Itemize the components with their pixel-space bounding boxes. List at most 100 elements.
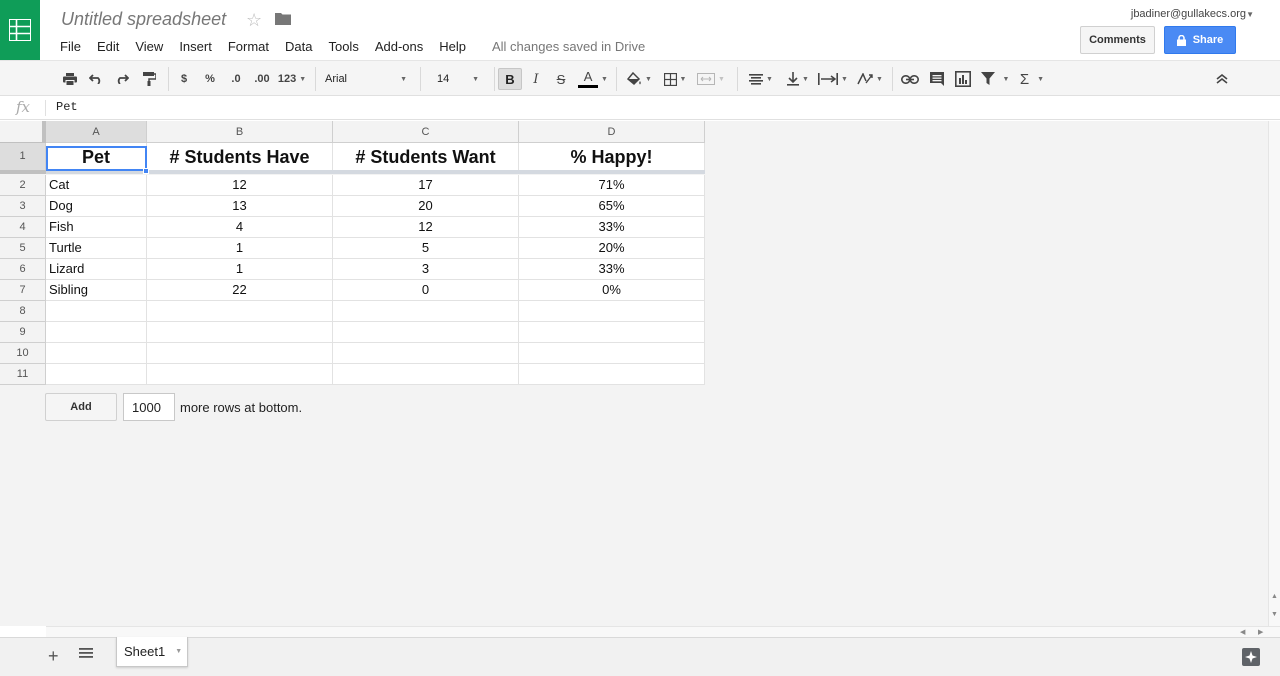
sheets-logo-icon[interactable] xyxy=(0,0,40,60)
cell-c3[interactable]: 20 xyxy=(333,196,519,217)
collapse-toolbar-icon[interactable] xyxy=(1212,68,1232,90)
merge-cells-icon[interactable]: ▼ xyxy=(694,68,728,90)
text-wrap-icon[interactable]: ▼ xyxy=(816,68,850,90)
menu-help[interactable]: Help xyxy=(431,39,474,54)
comments-button[interactable]: Comments xyxy=(1080,26,1155,54)
cell-c4[interactable]: 12 xyxy=(333,217,519,238)
cell-d5[interactable]: 20% xyxy=(519,238,705,259)
cell-a10[interactable] xyxy=(46,343,147,364)
insert-chart-icon[interactable] xyxy=(952,68,974,90)
horizontal-scrollbar[interactable]: ◀ ▶ xyxy=(46,626,1280,637)
select-all-corner[interactable] xyxy=(0,121,46,143)
redo-icon[interactable] xyxy=(112,68,132,90)
percent-format-button[interactable]: % xyxy=(202,68,218,90)
row-header-8[interactable]: 8 xyxy=(0,301,46,322)
insert-comment-icon[interactable] xyxy=(926,68,948,90)
cell-a1[interactable]: Pet xyxy=(46,143,147,171)
menu-data[interactable]: Data xyxy=(277,39,320,54)
cell-b6[interactable]: 1 xyxy=(147,259,333,280)
paint-format-icon[interactable] xyxy=(139,68,159,90)
all-sheets-icon[interactable] xyxy=(79,647,93,662)
menu-edit[interactable]: Edit xyxy=(89,39,127,54)
more-formats-button[interactable]: 123 ▼ xyxy=(276,68,308,90)
formula-input[interactable]: Pet xyxy=(56,100,78,114)
save-status[interactable]: All changes saved in Drive xyxy=(492,39,645,54)
cell-a4[interactable]: Fish xyxy=(46,217,147,238)
cell-b2[interactable]: 12 xyxy=(147,175,333,196)
menu-format[interactable]: Format xyxy=(220,39,277,54)
italic-button[interactable]: I xyxy=(527,68,545,90)
filter-icon[interactable]: ▼ xyxy=(978,68,1012,90)
fill-handle[interactable] xyxy=(143,168,149,174)
borders-icon[interactable]: ▼ xyxy=(660,68,690,90)
cell-c11[interactable] xyxy=(333,364,519,385)
text-rotation-icon[interactable]: ▼ xyxy=(854,68,886,90)
font-size-select[interactable]: 14 ▼ xyxy=(428,68,488,90)
chevron-down-icon[interactable]: ▼ xyxy=(1246,10,1254,19)
cell-d7[interactable]: 0% xyxy=(519,280,705,301)
cell-a8[interactable] xyxy=(46,301,147,322)
row-header-6[interactable]: 6 xyxy=(0,259,46,280)
add-rows-button[interactable]: Add xyxy=(45,393,117,421)
undo-icon[interactable] xyxy=(86,68,106,90)
cell-b3[interactable]: 13 xyxy=(147,196,333,217)
bold-button[interactable]: B xyxy=(498,68,522,90)
horizontal-align-icon[interactable]: ▼ xyxy=(745,68,777,90)
cell-d10[interactable] xyxy=(519,343,705,364)
row-header-2[interactable]: 2 xyxy=(0,175,46,196)
explore-icon[interactable] xyxy=(1242,648,1260,666)
column-header-c[interactable]: C xyxy=(333,121,519,143)
menu-view[interactable]: View xyxy=(127,39,171,54)
cell-c1[interactable]: # Students Want xyxy=(333,143,519,171)
star-icon[interactable]: ☆ xyxy=(246,10,262,31)
cell-d3[interactable]: 65% xyxy=(519,196,705,217)
menu-add-ons[interactable]: Add-ons xyxy=(367,39,431,54)
row-header-4[interactable]: 4 xyxy=(0,217,46,238)
add-sheet-icon[interactable]: + xyxy=(48,646,59,667)
cell-c6[interactable]: 3 xyxy=(333,259,519,280)
cell-b1[interactable]: # Students Have xyxy=(147,143,333,171)
cell-a11[interactable] xyxy=(46,364,147,385)
cell-d1[interactable]: % Happy! xyxy=(519,143,705,171)
vertical-scrollbar[interactable]: ▲ ▼ xyxy=(1268,121,1280,626)
cell-b9[interactable] xyxy=(147,322,333,343)
decrease-decimal-button[interactable]: .0 xyxy=(226,68,246,90)
account-email[interactable]: jbadiner@gullakecs.org xyxy=(1131,8,1246,20)
add-rows-count-input[interactable] xyxy=(123,393,175,421)
folder-icon[interactable] xyxy=(275,12,291,28)
cell-a5[interactable]: Turtle xyxy=(46,238,147,259)
scroll-down-icon[interactable]: ▼ xyxy=(1271,611,1278,618)
cell-c9[interactable] xyxy=(333,322,519,343)
cell-d6[interactable]: 33% xyxy=(519,259,705,280)
insert-link-icon[interactable] xyxy=(899,68,921,90)
cell-b8[interactable] xyxy=(147,301,333,322)
cell-a6[interactable]: Lizard xyxy=(46,259,147,280)
document-title[interactable]: Untitled spreadsheet xyxy=(61,9,226,30)
cell-d2[interactable]: 71% xyxy=(519,175,705,196)
font-family-select[interactable]: Arial ▼ xyxy=(320,68,412,90)
chevron-down-icon[interactable]: ▼ xyxy=(175,648,182,655)
column-header-b[interactable]: B xyxy=(147,121,333,143)
sheet-tab-sheet1[interactable]: Sheet1 ▼ xyxy=(116,637,188,667)
cell-a7[interactable]: Sibling xyxy=(46,280,147,301)
cell-b10[interactable] xyxy=(147,343,333,364)
text-color-button[interactable]: A ▼ xyxy=(576,68,610,90)
menu-file[interactable]: File xyxy=(52,39,89,54)
row-header-10[interactable]: 10 xyxy=(0,343,46,364)
share-button[interactable]: Share xyxy=(1164,26,1236,54)
cell-a2[interactable]: Cat xyxy=(46,175,147,196)
cell-a9[interactable] xyxy=(46,322,147,343)
cell-c10[interactable] xyxy=(333,343,519,364)
row-header-5[interactable]: 5 xyxy=(0,238,46,259)
row-header-9[interactable]: 9 xyxy=(0,322,46,343)
currency-format-button[interactable]: $ xyxy=(176,68,192,90)
cell-d4[interactable]: 33% xyxy=(519,217,705,238)
frozen-row-handle[interactable] xyxy=(0,170,46,174)
scroll-right-icon[interactable]: ▶ xyxy=(1258,628,1263,636)
menu-insert[interactable]: Insert xyxy=(171,39,220,54)
cell-d11[interactable] xyxy=(519,364,705,385)
row-header-1[interactable]: 1 xyxy=(0,143,46,171)
cell-c5[interactable]: 5 xyxy=(333,238,519,259)
menu-tools[interactable]: Tools xyxy=(320,39,366,54)
row-header-3[interactable]: 3 xyxy=(0,196,46,217)
